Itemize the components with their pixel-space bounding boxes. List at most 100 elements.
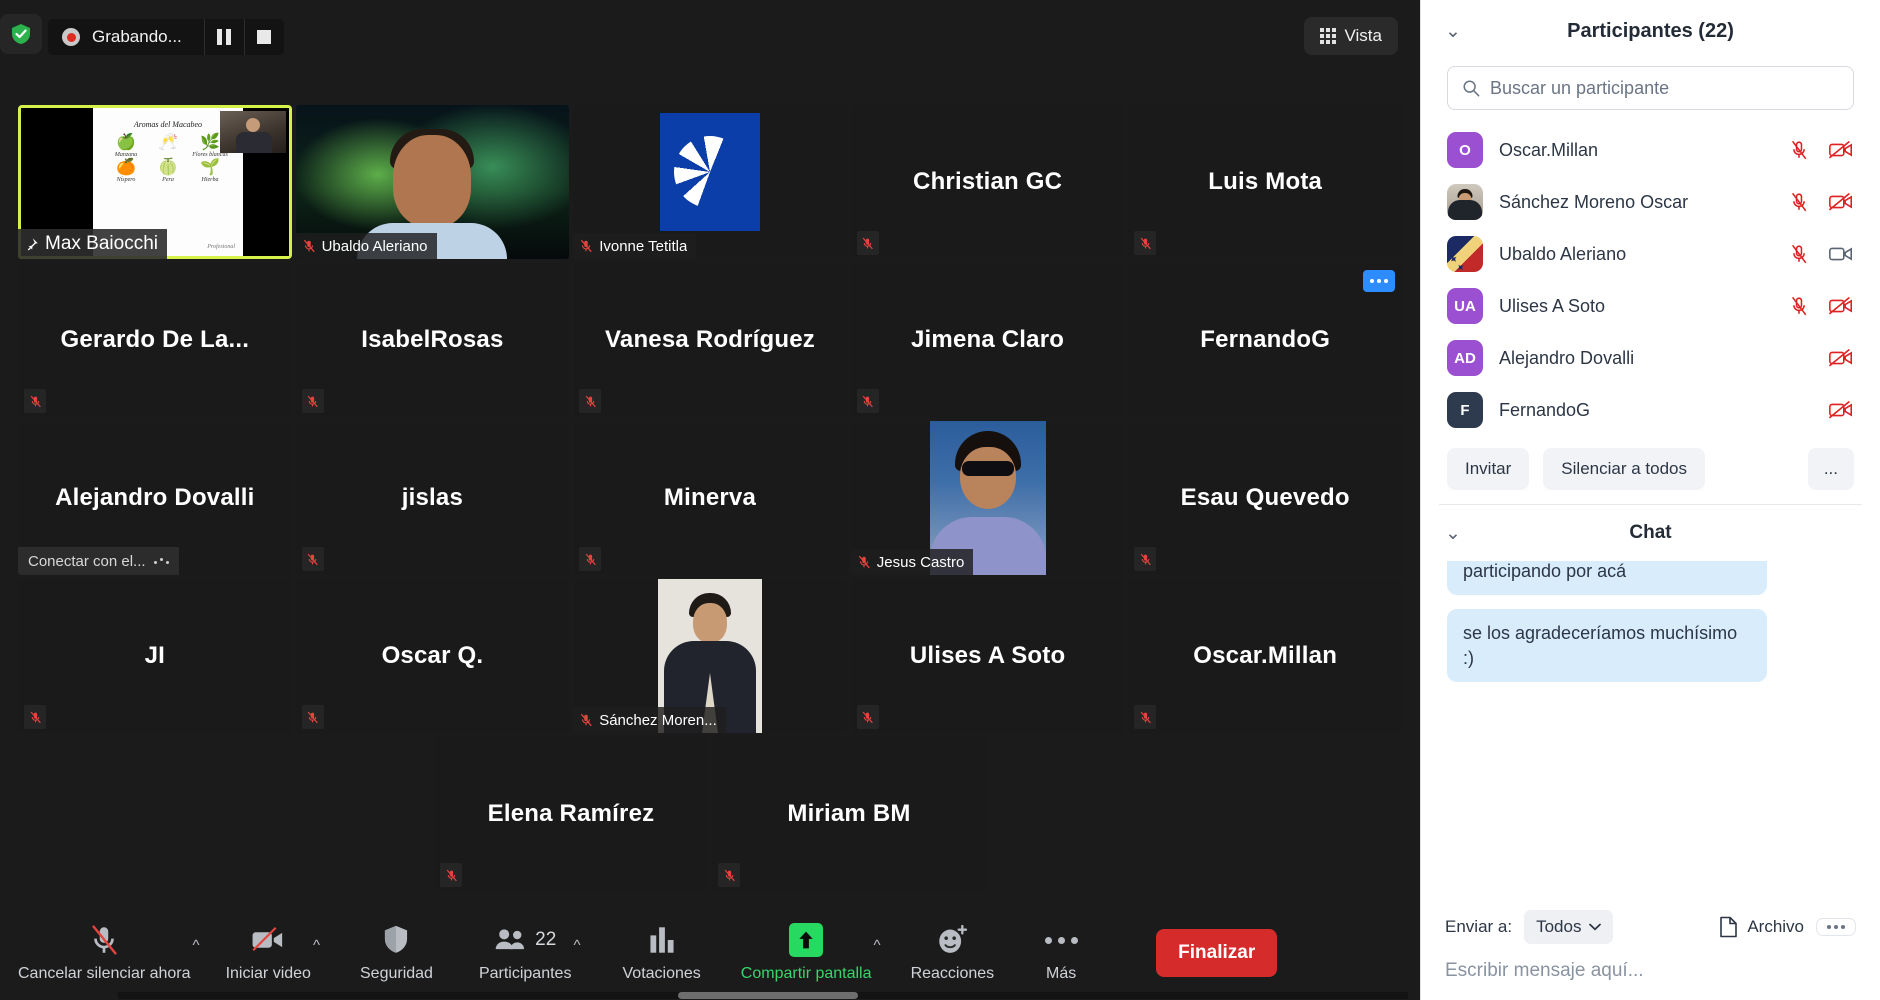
share-options-caret[interactable]: ^ xyxy=(874,937,881,954)
tile-max-baiocchi[interactable]: Aromas del Macabeo 🍏 Manzana 🥂 🌿 Flores bl… xyxy=(18,105,292,259)
tile-name: Esau Quevedo xyxy=(1180,484,1350,511)
audio-options-caret[interactable]: ^ xyxy=(193,937,200,954)
chat-options-button[interactable] xyxy=(1816,918,1856,936)
tile-vanesa-rodriguez[interactable]: Vanesa Rodríguez xyxy=(573,263,847,417)
tile-minerva[interactable]: Minerva xyxy=(573,421,847,575)
mute-badge xyxy=(301,705,324,729)
tile-jislas[interactable]: jislas xyxy=(295,421,570,575)
mute-badge xyxy=(1134,547,1157,571)
mic-off-icon xyxy=(585,553,596,565)
participants-more-button[interactable]: ... xyxy=(1807,448,1854,490)
grid-row: Aromas del Macabeo 🍏 Manzana 🥂 🌿 Flores bl… xyxy=(18,105,1402,259)
tile-name: Christian GC xyxy=(913,168,1063,195)
tile-more-options-button[interactable] xyxy=(1362,270,1395,292)
recording-status-label: Grabando... xyxy=(92,27,182,46)
chat-messages[interactable]: participando por acá se los agradeceríam… xyxy=(1421,561,1880,900)
participant-row[interactable]: O Oscar.Millan xyxy=(1421,124,1880,176)
tile-ulises-a-soto[interactable]: Ulises A Soto xyxy=(850,579,1125,733)
tile-sanchez-moreno[interactable]: Sánchez Moren... xyxy=(573,579,847,733)
chevron-down-icon[interactable]: ⌄ xyxy=(1445,20,1461,43)
tile-name: jislas xyxy=(401,484,464,511)
invite-button[interactable]: Invitar xyxy=(1447,448,1530,490)
share-screen-button[interactable]: Compartir pantalla xyxy=(741,922,872,983)
tile-jimena-claro[interactable]: Jimena Claro xyxy=(850,263,1125,417)
tile-esau-quevedo[interactable]: Esau Quevedo xyxy=(1128,421,1402,575)
participant-row[interactable]: UA Ulises A Soto xyxy=(1421,280,1880,332)
video-off-icon[interactable] xyxy=(1828,191,1854,213)
white-flowers-icon: 🌿 xyxy=(200,134,220,151)
mic-off-icon[interactable] xyxy=(1788,295,1810,317)
tile-isabelrosas[interactable]: IsabelRosas xyxy=(295,263,570,417)
mute-badge xyxy=(1134,231,1157,255)
scrollbar-thumb[interactable] xyxy=(678,992,858,999)
tile-gerardo-de-la[interactable]: Gerardo De La... xyxy=(18,263,292,417)
participant-name: FernandoG xyxy=(1499,399,1591,420)
tile-ubaldo-aleriano[interactable]: Ubaldo Aleriano xyxy=(295,105,570,259)
chat-send-to-row: Enviar a: Todos Archivo xyxy=(1445,910,1856,944)
participants-list: O Oscar.Millan Sánchez Moreno Oscar ✦ ✦ … xyxy=(1421,120,1880,436)
tile-christian-gc[interactable]: Christian GC xyxy=(850,105,1125,259)
tile-miriam-bm[interactable]: Miriam BM xyxy=(712,737,986,891)
tile-jesus-castro[interactable]: Jesus Castro xyxy=(850,421,1125,575)
participant-row[interactable]: Sánchez Moreno Oscar xyxy=(1421,176,1880,228)
mic-off-icon xyxy=(862,711,874,723)
security-button[interactable]: Seguridad xyxy=(360,922,433,983)
stop-recording-button[interactable] xyxy=(243,19,284,55)
mic-off-icon xyxy=(307,395,318,407)
mic-off-icon[interactable] xyxy=(1788,243,1810,265)
video-off-icon[interactable] xyxy=(1828,399,1854,421)
tile-name: Luis Mota xyxy=(1208,168,1323,195)
end-meeting-button[interactable]: Finalizar xyxy=(1156,928,1278,977)
participant-row[interactable]: F FernandoG xyxy=(1421,384,1880,436)
participant-row[interactable]: AD Alejandro Dovalli xyxy=(1421,332,1880,384)
tile-elena-ramirez[interactable]: Elena Ramírez xyxy=(434,737,708,891)
mic-off-icon xyxy=(1140,237,1151,249)
tile-name: Sánchez Moren... xyxy=(599,711,717,729)
tile-alejandro-dovalli[interactable]: Alejandro Dovalli Conectar con el... xyxy=(18,421,292,575)
mute-button[interactable]: Cancelar silenciar ahora xyxy=(18,922,191,983)
mic-off-icon xyxy=(303,239,315,253)
tile-luis-mota[interactable]: Luis Mota xyxy=(1128,105,1402,259)
send-to-dropdown[interactable]: Todos xyxy=(1524,910,1614,944)
tile-name: Elena Ramírez xyxy=(487,800,655,827)
polls-button[interactable]: Votaciones xyxy=(623,922,701,983)
video-options-caret[interactable]: ^ xyxy=(313,937,320,954)
tile-oscar-millan[interactable]: Oscar.Millan xyxy=(1128,579,1402,733)
search-icon xyxy=(1463,80,1480,97)
mic-off-icon[interactable] xyxy=(1788,191,1810,213)
participant-row[interactable]: Ubaldo Aleriano xyxy=(1421,228,1880,280)
chat-panel-title: Chat xyxy=(1629,522,1672,543)
participants-options-caret[interactable]: ^ xyxy=(573,937,580,954)
tile-fernandog[interactable]: FernandoG xyxy=(1128,263,1402,417)
tile-ivonne-tetitla[interactable]: Ivonne Tetitla xyxy=(573,105,847,259)
more-button[interactable]: Más xyxy=(1034,922,1088,983)
video-off-icon[interactable] xyxy=(1828,295,1854,317)
pause-recording-button[interactable] xyxy=(203,19,244,55)
participant-name: Alejandro Dovalli xyxy=(1499,347,1635,368)
tile-oscar-q[interactable]: Oscar Q. xyxy=(295,579,570,733)
chat-message: se los agradeceríamos muchísimo :) xyxy=(1447,609,1767,682)
file-button[interactable]: Archivo xyxy=(1719,916,1804,938)
view-button[interactable]: Vista xyxy=(1303,17,1398,55)
grid-row: Gerardo De La... IsabelRosas Vanesa Rodr… xyxy=(18,263,1402,417)
mute-badge xyxy=(440,863,462,887)
chevron-down-icon[interactable]: ⌄ xyxy=(1445,522,1461,545)
video-on-icon[interactable] xyxy=(1828,243,1854,265)
mic-off-icon[interactable] xyxy=(1788,139,1810,161)
tile-name: Jesus Castro xyxy=(876,553,965,571)
slide-item-caption: Pera xyxy=(162,177,174,183)
participant-video xyxy=(659,113,760,231)
horizontal-scrollbar[interactable] xyxy=(118,992,1408,999)
participants-button[interactable]: 22 Participantes xyxy=(479,922,572,983)
video-off-icon[interactable] xyxy=(1828,139,1854,161)
video-off-icon[interactable] xyxy=(1828,347,1854,369)
start-video-button[interactable]: Iniciar video xyxy=(226,922,311,983)
search-input[interactable]: Buscar un participante xyxy=(1447,66,1854,110)
reactions-button[interactable]: Reacciones xyxy=(911,922,994,983)
tile-name: Jimena Claro xyxy=(911,326,1065,353)
chat-input[interactable]: Escribir mensaje aquí... xyxy=(1445,960,1856,982)
mute-all-button[interactable]: Silenciar a todos xyxy=(1543,448,1705,490)
pause-icon xyxy=(217,29,232,45)
polls-button-label: Votaciones xyxy=(622,965,701,982)
tile-ji[interactable]: JI xyxy=(18,579,292,733)
